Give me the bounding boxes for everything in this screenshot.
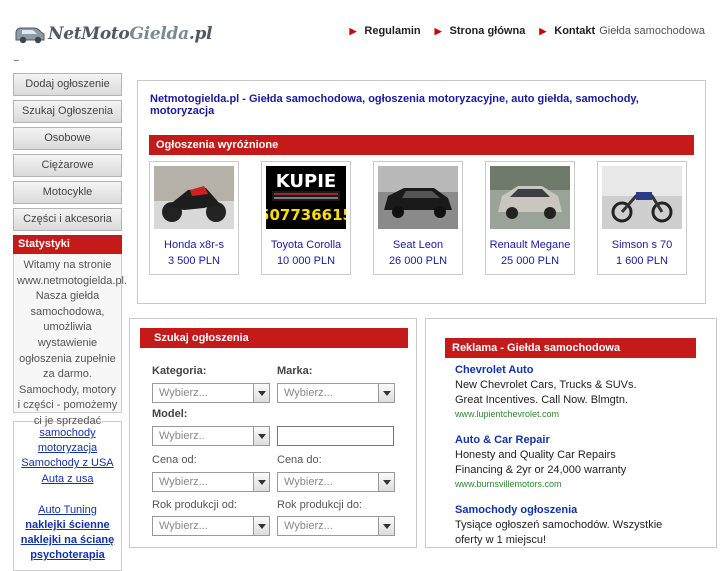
ad-item[interactable]: Auto & Car Repair Honesty and Quality Ca…	[455, 433, 665, 491]
header: NetMotoGielda.pl ▶ Regulamin ▶ Strona głów…	[0, 0, 727, 66]
model-label: Model:	[152, 408, 188, 420]
link-naklejki-scienne[interactable]: naklejki ścienne	[16, 518, 119, 533]
listing-card[interactable]: KUPIE 507736615 Toyota Corolla 10 000 PL…	[261, 161, 351, 275]
cena-do-select[interactable]: Wybierz...	[277, 472, 395, 492]
marka-label: Marka:	[277, 365, 313, 377]
link-samochody-usa[interactable]: Samochody z USA	[16, 456, 119, 471]
site-logo[interactable]: NetMotoGielda.pl	[14, 22, 213, 46]
chevron-down-icon	[378, 473, 394, 491]
svg-text:KUPIE: KUPIE	[276, 171, 336, 192]
listing-name: Honda x8r-s	[164, 239, 224, 251]
cena-do-label: Cena do:	[277, 454, 322, 466]
ad-item[interactable]: Chevrolet Auto New Chevrolet Cars, Truck…	[455, 363, 665, 421]
listing-name: Toyota Corolla	[270, 239, 342, 251]
page-title: Netmotogielda.pl - Giełda samochodowa, o…	[150, 93, 639, 117]
ad-title[interactable]: Samochody ogłoszenia	[455, 503, 665, 518]
featured-panel: Netmotogielda.pl - Giełda samochodowa, o…	[137, 80, 706, 304]
link-auto-tuning[interactable]: Auto Tuning	[16, 503, 119, 518]
link-auta-usa[interactable]: Auta z usa	[16, 472, 119, 487]
ad-description: Honesty and Quality Car Repairs Financin…	[455, 449, 627, 476]
chevron-down-icon	[253, 517, 269, 535]
ad-title[interactable]: Auto & Car Repair	[455, 433, 665, 448]
kupie-banner-photo: KUPIE 507736615	[266, 166, 346, 229]
ad-item[interactable]: Samochody ogłoszenia Tysiące ogłoszeń sa…	[455, 503, 665, 548]
link-psychoterapia[interactable]: psychoterapia	[16, 548, 119, 563]
kategoria-select[interactable]: Wybierz...	[152, 383, 270, 403]
listing-name: Simson s 70	[611, 239, 673, 251]
listing-card[interactable]: Honda x8r-s 3 500 PLN	[149, 161, 239, 275]
car-photo	[490, 166, 570, 229]
sidebar-button-search[interactable]: Szukaj Ogłoszenia	[13, 100, 122, 123]
listing-name: Seat Leon	[392, 239, 444, 251]
model-text-input[interactable]	[277, 426, 394, 446]
cena-od-select[interactable]: Wybierz...	[152, 472, 270, 492]
listing-card[interactable]: Renault Megane 25 000 PLN	[485, 161, 575, 275]
sidebar-button-osobowe[interactable]: Osobowe	[13, 127, 122, 150]
sidebar: Dodaj ogłoszenie Szukaj Ogłoszenia Osobo…	[13, 73, 127, 571]
chevron-down-icon	[378, 384, 394, 402]
listing-price: 25 000 PLN	[500, 255, 560, 267]
chevron-down-icon	[378, 517, 394, 535]
rok-od-label: Rok produkcji od:	[152, 499, 237, 511]
kategoria-label: Kategoria:	[152, 365, 207, 377]
ad-url[interactable]: www.lupientchevrolet.com	[455, 408, 665, 421]
divider	[14, 60, 19, 61]
rok-do-label: Rok produkcji do:	[277, 499, 362, 511]
chevron-down-icon	[253, 473, 269, 491]
search-panel: Szukaj ogłoszenia Kategoria: Marka: Wybi…	[129, 318, 417, 548]
ads-panel: Reklama - Giełda samochodowa Chevrolet A…	[425, 318, 717, 548]
listing-price: 26 000 PLN	[388, 255, 448, 267]
sidebar-links: samochody motoryzacja Samochody z USA Au…	[13, 421, 122, 571]
sidebar-button-add[interactable]: Dodaj ogłoszenie	[13, 73, 122, 96]
sidebar-button-czesci[interactable]: Części i akcesoria	[13, 208, 122, 231]
ad-description: Tysiące ogłoszeń samochodów. Wszystkie o…	[455, 519, 663, 546]
ad-url[interactable]: www.burnsvillemotors.com	[455, 478, 665, 491]
listing-price: 1 600 PLN	[616, 255, 668, 267]
motorbike-photo	[154, 166, 234, 229]
ads-heading: Reklama - Giełda samochodowa	[445, 338, 696, 358]
svg-text:507736615: 507736615	[266, 206, 346, 224]
cena-od-label: Cena od:	[152, 454, 197, 466]
sidebar-button-ciezarowe[interactable]: Ciężarowe	[13, 154, 122, 177]
nav-link-contact[interactable]: ▶ Kontakt	[539, 25, 595, 37]
stats-heading: Statystyki	[13, 235, 122, 254]
stats-text: Witamy na stronie www.netmotogielda.pl. …	[13, 254, 127, 427]
top-navigation: ▶ Regulamin ▶ Strona główna ▶ Kontakt Giełd…	[335, 25, 705, 37]
listing-price: 3 500 PLN	[168, 255, 220, 267]
search-heading: Szukaj ogłoszenia	[140, 328, 408, 348]
featured-heading: Ogłoszenia wyróżnione	[149, 135, 694, 155]
ad-description: New Chevrolet Cars, Trucks & SUVs. Great…	[455, 379, 637, 406]
listing-price: 10 000 PLN	[276, 255, 336, 267]
chevron-down-icon	[253, 384, 269, 402]
link-samochody[interactable]: samochody	[16, 426, 119, 441]
chevron-down-icon	[253, 427, 269, 445]
marka-select[interactable]: Wybierz...	[277, 383, 395, 403]
car-logo-icon	[15, 27, 45, 44]
nav-link-regulamin[interactable]: ▶ Regulamin	[349, 25, 420, 37]
triangle-right-icon: ▶	[434, 25, 442, 36]
listing-name: Renault Megane	[489, 239, 571, 251]
listing-card[interactable]: Simson s 70 1 600 PLN	[597, 161, 687, 275]
site-logo-text: NetMotoGielda.pl	[48, 24, 213, 44]
rok-do-select[interactable]: Wybierz...	[277, 516, 395, 536]
motorbike-photo	[602, 166, 682, 229]
nav-link-home[interactable]: ▶ Strona główna	[435, 25, 526, 37]
sidebar-button-motocykle[interactable]: Motocykle	[13, 181, 122, 204]
nav-subtitle: Giełda samochodowa	[599, 25, 705, 37]
listing-card[interactable]: Seat Leon 26 000 PLN	[373, 161, 463, 275]
triangle-right-icon: ▶	[349, 25, 357, 36]
triangle-right-icon: ▶	[539, 25, 547, 36]
ad-title[interactable]: Chevrolet Auto	[455, 363, 665, 378]
car-photo	[378, 166, 458, 229]
link-naklejki-na-sciane[interactable]: naklejki na ścianę	[16, 533, 119, 548]
link-motoryzacja[interactable]: motoryzacja	[16, 441, 119, 456]
rok-od-select[interactable]: Wybierz...	[152, 516, 270, 536]
model-select[interactable]: Wybierz..	[152, 426, 270, 446]
